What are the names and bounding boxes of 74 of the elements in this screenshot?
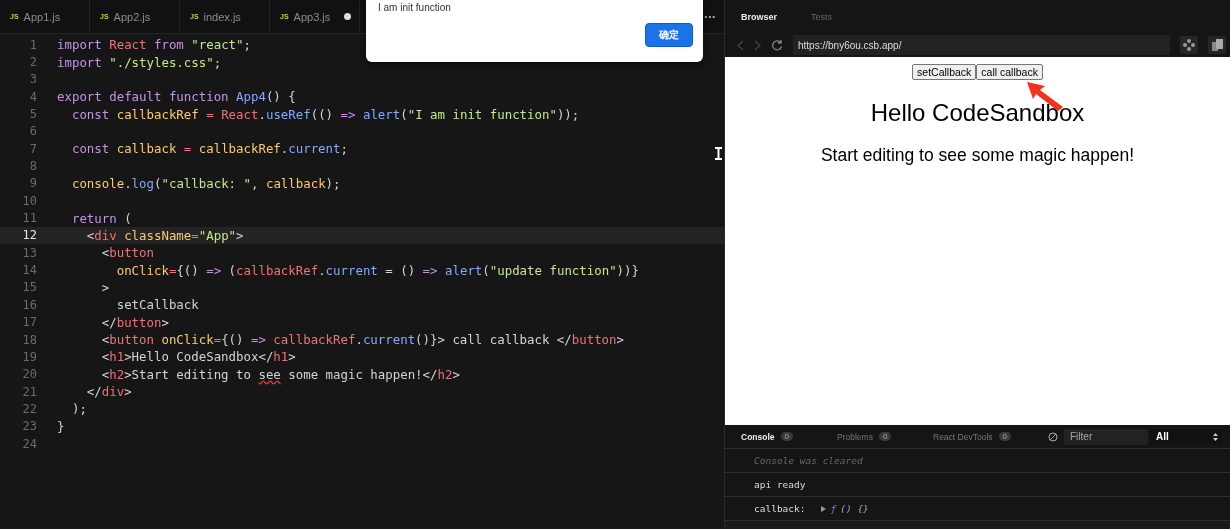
code-line: ); [70,401,87,417]
function-signature: () {} [840,503,869,514]
expand-triangle-icon[interactable] [821,505,827,512]
code-line: <div className="App"> [85,227,244,243]
code-line: <h1>Hello CodeSandbox</h1> [100,349,296,365]
line-number: 11 [21,211,37,226]
line-number: 23 [21,419,37,434]
line-number: 14 [21,263,37,278]
code-line: const callback = callbackRef.current; [70,141,348,157]
level-select[interactable]: All [1150,428,1222,445]
code-line: </div> [85,384,132,400]
count-badge: 0 [780,432,793,441]
preview-button[interactable]: call callback [976,64,1043,80]
line-number: 13 [21,245,37,260]
code-line: </button> [100,314,169,330]
line-number: 15 [21,280,37,295]
line-number: 19 [21,349,37,364]
line-number: 20 [21,367,37,382]
copy-icon [1211,39,1223,51]
url-field[interactable]: https://bny6ou.csb.app/ [793,35,1170,55]
line-number: 5 [28,107,37,122]
code-line: <h2>Start editing to see some magic happen!</h2> [100,366,460,382]
devtools-button[interactable] [1180,36,1198,54]
code-line: const callbackRef = React.useRef(() => alert("I am init function")); [70,106,580,122]
refresh-icon[interactable] [771,39,783,51]
preview-heading: Hello CodeSandbox [870,99,1085,127]
console-tab[interactable]: React DevTools [933,431,993,442]
line-number: 16 [21,297,37,312]
code-line: import "./styles.css"; [57,54,222,70]
code-line: <button onClick={() => callbackRef.current()}> call callback </button> [100,332,624,347]
line-number: 8 [28,159,37,174]
text-cursor-icon [715,147,722,160]
filter-field[interactable]: Filter [1064,428,1148,445]
panel-tab[interactable]: Browser [741,11,811,22]
diamond-dots-icon [1183,39,1195,51]
console-message: callback: [754,503,806,514]
line-number: 22 [21,401,37,416]
line-number: 21 [21,384,37,399]
new-window-button[interactable] [1208,36,1226,54]
line-number: 1 [28,37,37,52]
line-number: 2 [28,55,37,69]
line-number: 17 [21,315,37,330]
updown-icon [1213,432,1218,441]
ok-button[interactable]: 确定 [645,23,693,47]
line-number: 24 [21,436,37,451]
count-badge: 0 [998,432,1011,441]
console-tab[interactable]: Problems [837,431,873,442]
line-number: 7 [28,141,37,156]
function-symbol: ƒ [830,503,837,514]
code-line: export default function App4() { [57,89,296,105]
code-line: > [100,280,110,295]
code-line: <button [100,245,154,261]
preview-button[interactable]: setCallback [912,64,977,80]
line-number: 4 [28,89,37,104]
line-number: 9 [28,176,37,191]
more-button[interactable]: ••• [704,12,716,21]
line-number: 3 [28,72,37,87]
line-number: 18 [21,332,37,347]
line-number: 10 [21,193,37,208]
console-message: Console was cleared [754,455,863,466]
line-number: 12 [21,228,37,243]
preview-subheading: Start editing to see some magic happen! [820,145,1135,166]
code-line: onClick={() => (callbackRef.current = () => alert("update function"))} [115,262,639,278]
code-line: return ( [70,210,132,226]
console-message: api ready [754,479,806,490]
line-number: 6 [28,124,37,139]
count-badge: 0 [878,432,892,441]
code-line: } [57,418,65,434]
console-tab[interactable]: Console [741,431,775,442]
code-line: import React from "react"; [57,37,251,53]
code-line: console.log("callback: ", callback); [70,175,341,191]
clear-icon[interactable] [1048,431,1058,442]
alert-message: I am init function [378,2,452,13]
code-line: setCallback [115,297,199,313]
